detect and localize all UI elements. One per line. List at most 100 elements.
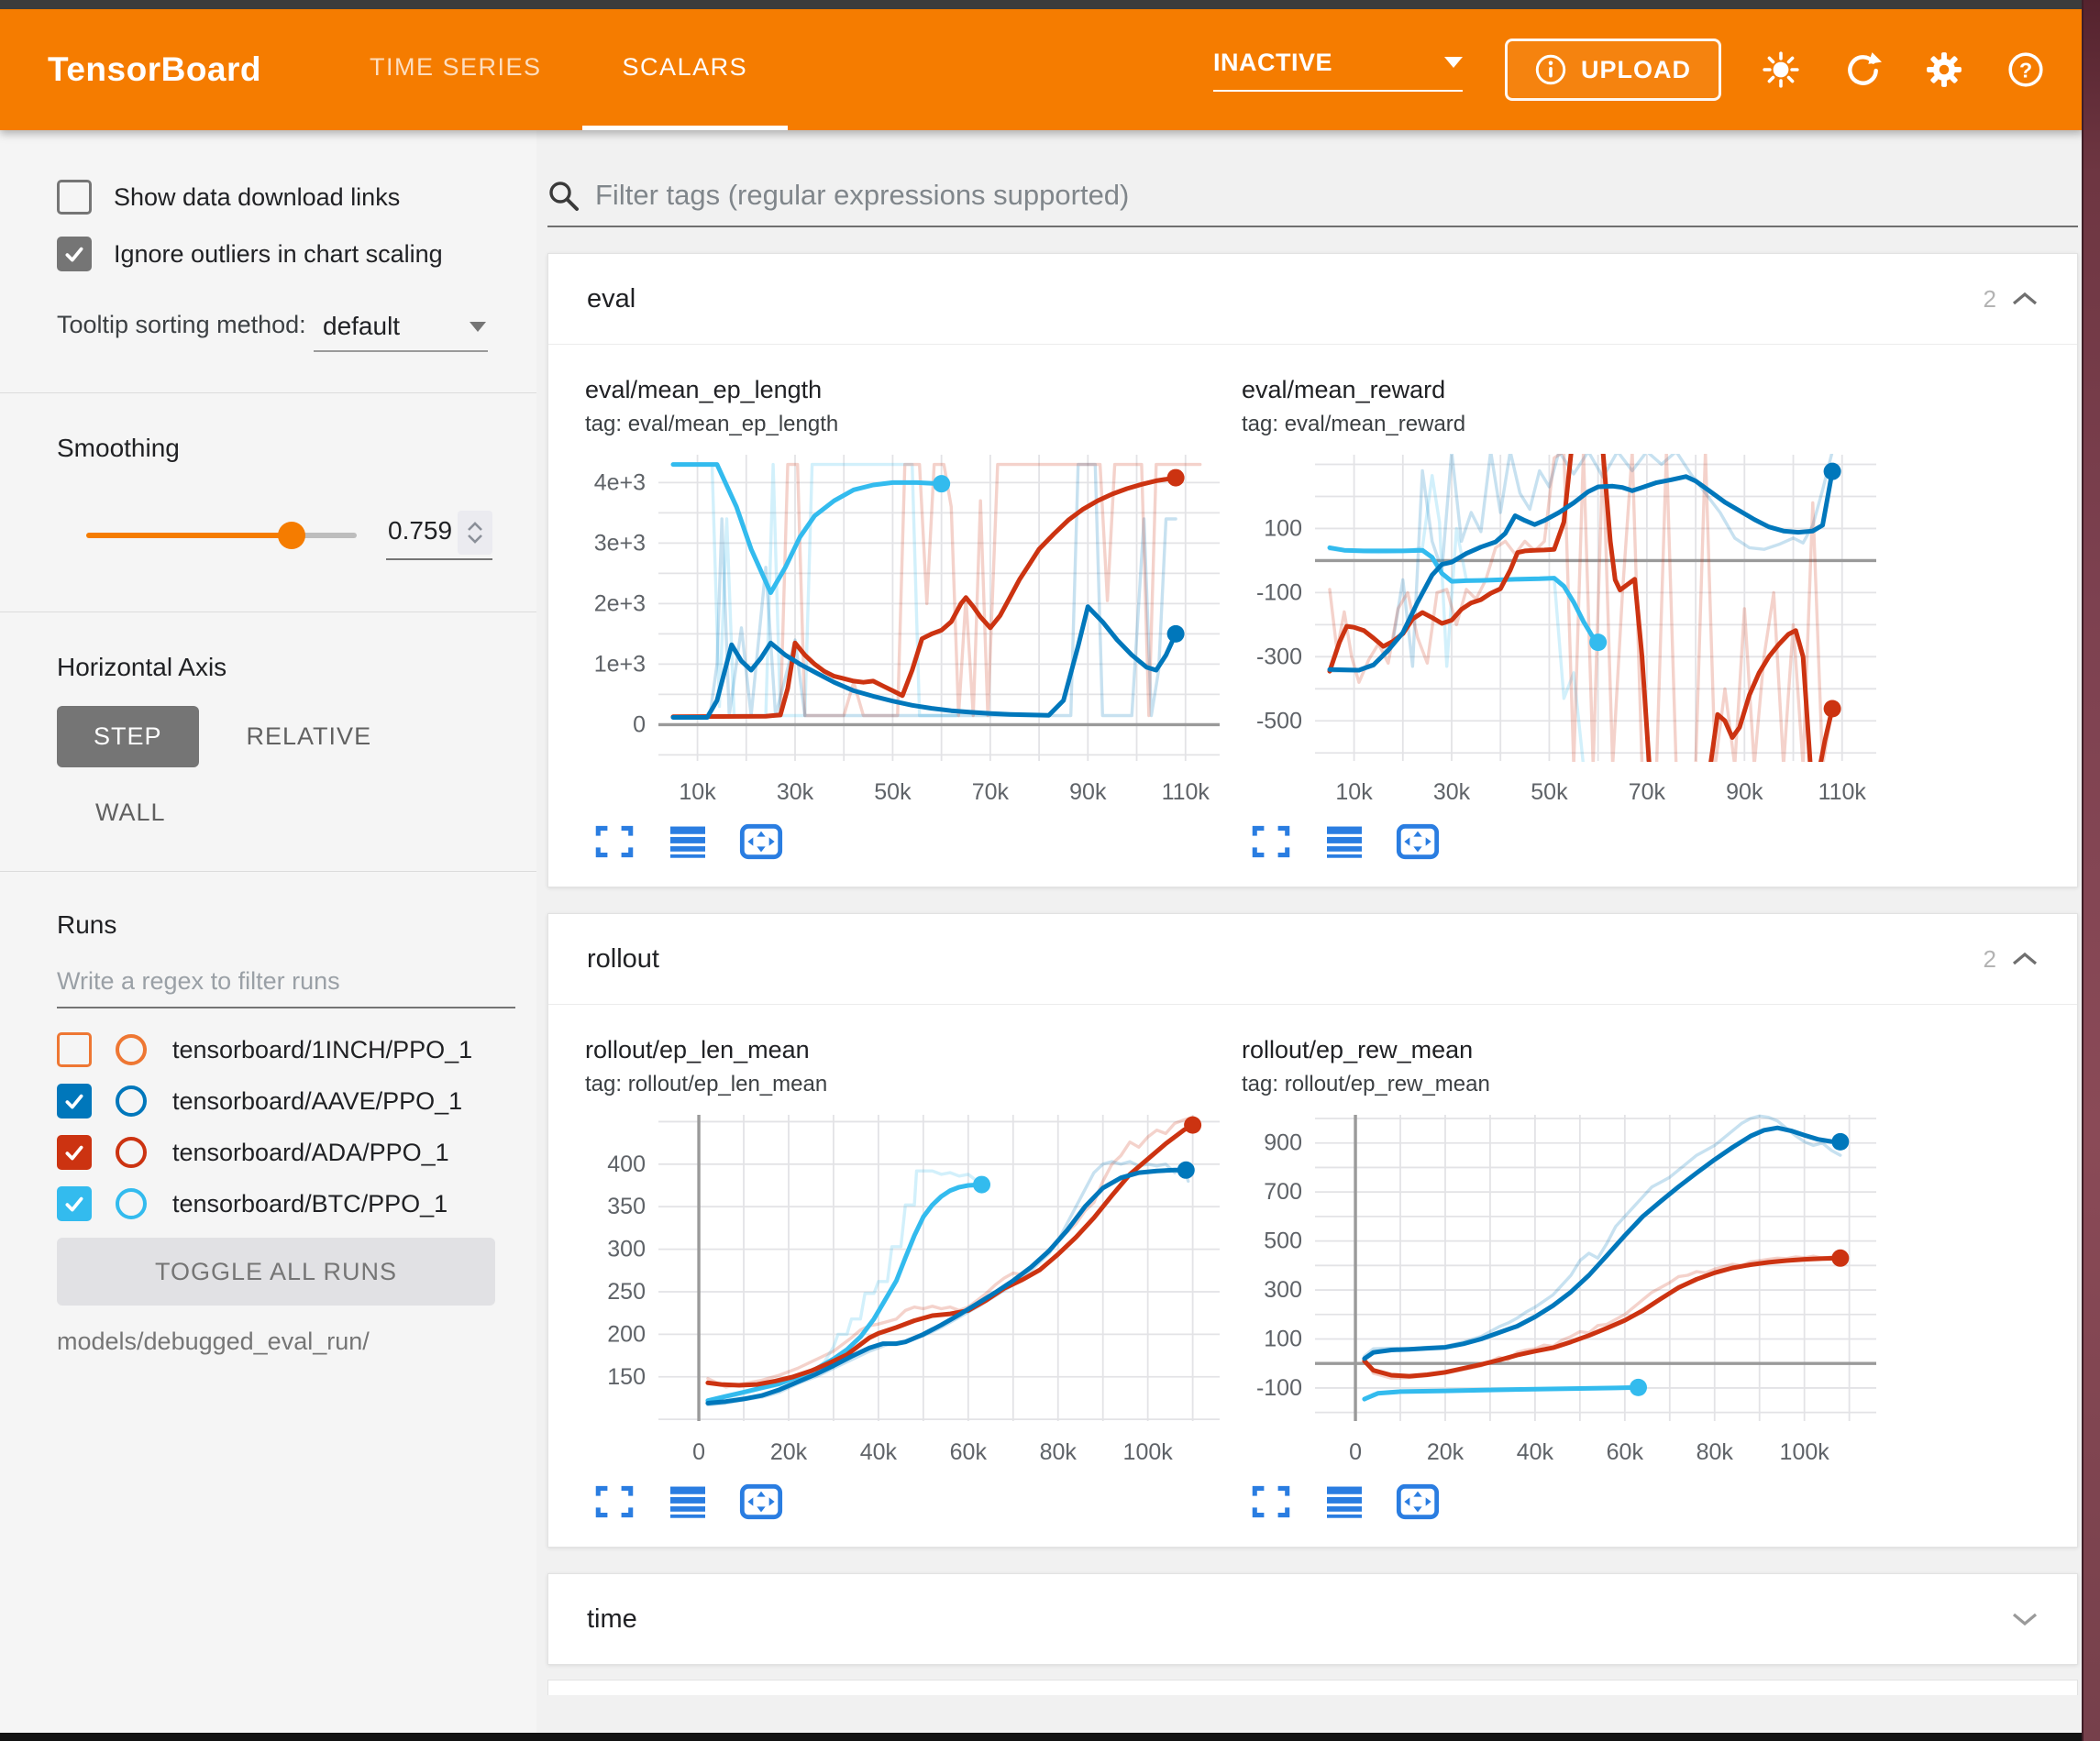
axis-relative-button[interactable]: RELATIVE [247,722,372,751]
show-download-links-row[interactable]: Show data download links [57,180,518,215]
chart-tag: tag: rollout/ep_len_mean [585,1072,1227,1097]
svg-text:20k: 20k [770,1439,808,1465]
chart-eval-mean-ep-length: eval/mean_ep_length tag: eval/mean_ep_le… [585,376,1227,863]
svg-text:100k: 100k [1780,1439,1830,1465]
svg-text:110k: 110k [1818,779,1867,805]
svg-text:0: 0 [633,711,646,737]
run-name: tensorboard/AAVE/PPO_1 [172,1087,462,1116]
run-color-swatch [116,1137,147,1168]
run-checkbox[interactable] [57,1032,92,1067]
section-card-eval: eval 2 eval/mean_ep_length tag: eval/mea… [547,253,2078,887]
tab-time-series[interactable]: TIME SERIES [329,9,582,130]
tooltip-sorting-select[interactable]: default [314,308,488,352]
svg-text:20k: 20k [1427,1439,1464,1465]
chart-title: rollout/ep_rew_mean [1242,1036,1884,1064]
expand-chart-icon[interactable] [1247,821,1295,863]
chevron-up-icon[interactable] [2011,291,2039,307]
section-header-eval[interactable]: eval 2 [548,254,2077,345]
smoothing-label: Smoothing [57,434,518,463]
runs-selector-icon[interactable] [1321,821,1368,863]
svg-text:250: 250 [607,1279,646,1305]
chart-tag: tag: eval/mean_ep_length [585,412,1227,437]
checkbox-unchecked[interactable] [57,180,92,215]
section-title: rollout [587,944,659,975]
refresh-icon[interactable] [1843,50,1882,89]
toggle-all-runs-button[interactable]: TOGGLE ALL RUNS [57,1238,495,1306]
svg-text:110k: 110k [1162,779,1210,805]
app-title: TensorBoard [48,50,261,89]
line-chart[interactable]: 150200250300350400020k40k60k80k100k [585,1108,1227,1475]
runs-selector-icon[interactable] [664,1481,712,1523]
tag-filter-input[interactable] [593,178,2078,213]
section-header-time[interactable]: time [548,1574,2077,1664]
run-row[interactable]: tensorboard/AAVE/PPO_1 [57,1084,518,1118]
chevron-up-icon[interactable] [2011,951,2039,967]
brightness-icon[interactable] [1762,50,1800,89]
run-color-swatch [116,1188,147,1219]
checkbox-checked[interactable] [57,237,92,271]
svg-text:150: 150 [607,1364,646,1390]
chart-eval-mean-reward: eval/mean_reward tag: eval/mean_reward 1… [1242,376,1884,863]
chart-title: eval/mean_reward [1242,376,1884,404]
smoothing-slider[interactable] [86,533,357,538]
run-row[interactable]: tensorboard/ADA/PPO_1 [57,1135,518,1170]
svg-text:30k: 30k [1433,779,1471,805]
axis-wall-button[interactable]: WALL [95,799,518,827]
chevron-down-icon[interactable] [465,534,485,545]
tooltip-sorting-label: Tooltip sorting method: [57,308,314,343]
svg-text:4e+3: 4e+3 [594,469,646,495]
settings-icon[interactable] [1925,50,1963,89]
chevron-up-icon[interactable] [465,521,485,532]
svg-text:0: 0 [1349,1439,1362,1465]
chart-rollout-ep-rew-mean: rollout/ep_rew_mean tag: rollout/ep_rew_… [1242,1036,1884,1523]
svg-text:80k: 80k [1697,1439,1734,1465]
status-dropdown[interactable]: INACTIVE [1213,49,1463,92]
ignore-outliers-row[interactable]: Ignore outliers in chart scaling [57,237,518,271]
run-row[interactable]: tensorboard/BTC/PPO_1 [57,1186,518,1221]
svg-text:350: 350 [607,1194,646,1219]
expand-chart-icon[interactable] [591,1481,638,1523]
slider-handle[interactable] [278,522,305,549]
run-checkbox[interactable] [57,1186,92,1221]
help-icon[interactable]: ? [2006,50,2045,89]
scrollbar-track[interactable] [2082,0,2100,1741]
line-chart[interactable]: -100100300500700900020k40k60k80k100k [1242,1108,1884,1475]
app-header: TensorBoard TIME SERIES SCALARS INACTIVE… [0,9,2083,130]
runs-filter-input[interactable] [57,967,515,1007]
svg-text:70k: 70k [972,779,1010,805]
line-chart[interactable]: 100-100-300-50010k30k50k70k90k110k [1242,448,1884,815]
svg-text:100: 100 [1264,1326,1302,1351]
svg-text:70k: 70k [1629,779,1666,805]
svg-text:300: 300 [1264,1277,1302,1303]
fit-to-data-icon[interactable] [1394,821,1442,863]
svg-text:2e+3: 2e+3 [594,590,646,616]
run-checkbox[interactable] [57,1084,92,1118]
line-chart[interactable]: 01e+32e+33e+34e+310k30k50k70k90k110k [585,448,1227,815]
run-checkbox[interactable] [57,1135,92,1170]
upload-button[interactable]: UPLOAD [1505,39,1721,101]
expand-chart-icon[interactable] [591,821,638,863]
runs-selector-icon[interactable] [664,821,712,863]
chevron-down-icon[interactable] [2011,1611,2039,1627]
svg-text:90k: 90k [1069,779,1107,805]
svg-text:30k: 30k [777,779,814,805]
section-header-rollout[interactable]: rollout 2 [548,914,2077,1005]
tag-filter[interactable] [547,178,2078,227]
smoothing-value-field[interactable]: 0.759 [386,511,492,560]
fit-to-data-icon[interactable] [737,821,785,863]
fit-to-data-icon[interactable] [1394,1481,1442,1523]
fit-to-data-icon[interactable] [737,1481,785,1523]
run-name: tensorboard/BTC/PPO_1 [172,1190,448,1218]
svg-text:60k: 60k [1607,1439,1644,1465]
axis-step-button[interactable]: STEP [57,706,199,767]
svg-text:1e+3: 1e+3 [594,651,646,677]
tab-scalars[interactable]: SCALARS [582,9,789,130]
expand-chart-icon[interactable] [1247,1481,1295,1523]
runs-selector-icon[interactable] [1321,1481,1368,1523]
info-icon [1535,54,1566,85]
svg-text:-100: -100 [1256,579,1302,605]
runs-directory-path: models/debugged_eval_run/ [57,1328,518,1356]
dashboard-main: eval 2 eval/mean_ep_length tag: eval/mea… [536,130,2083,1733]
run-row[interactable]: tensorboard/1INCH/PPO_1 [57,1032,518,1067]
number-stepper[interactable] [458,511,492,555]
